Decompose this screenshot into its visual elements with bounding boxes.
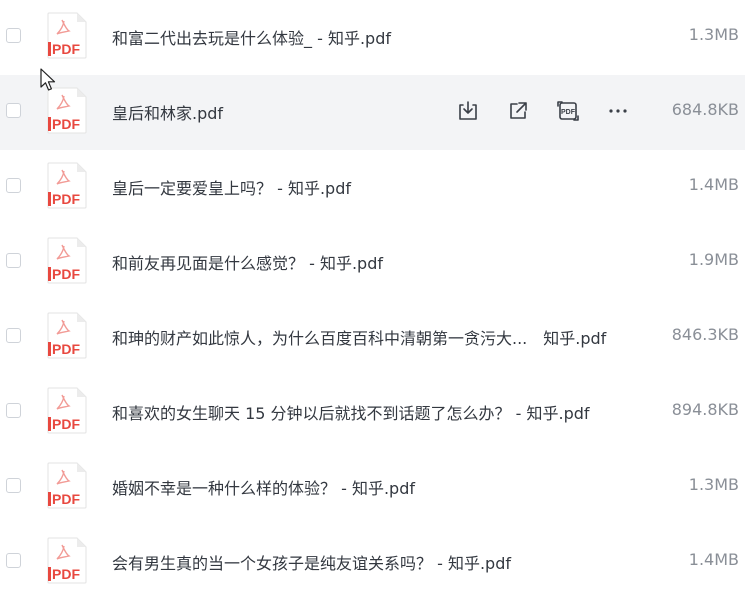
svg-text:PDF: PDF	[52, 116, 80, 132]
download-icon	[459, 101, 477, 120]
pdf-icon: PDF	[47, 237, 87, 284]
svg-text:PDF: PDF	[52, 266, 80, 282]
svg-text:PDF: PDF	[52, 341, 80, 357]
file-size: 1.4MB	[688, 550, 739, 569]
file-name[interactable]: 和喜欢的女生聊天 15 分钟以后就找不到话题了怎么办？ - 知乎.pdf	[112, 400, 590, 424]
pdf-convert-icon: PDF	[557, 101, 579, 121]
row-checkbox[interactable]	[6, 28, 21, 43]
file-name[interactable]: 和前友再见面是什么感觉？ - 知乎.pdf	[112, 250, 383, 274]
svg-text:PDF: PDF	[52, 41, 80, 57]
row-checkbox[interactable]	[6, 178, 21, 193]
svg-text:PDF: PDF	[561, 109, 576, 116]
file-row[interactable]: PDF 和富二代出去玩是什么体验_ - 知乎.pdf 1.3MB	[0, 0, 745, 75]
file-name[interactable]: 婚姻不幸是一种什么样的体验？ - 知乎.pdf	[112, 475, 415, 499]
file-name[interactable]: 皇后和林家.pdf	[112, 100, 223, 124]
pdf-icon: PDF	[47, 162, 87, 209]
pdf-icon: PDF	[47, 387, 87, 434]
file-name[interactable]: 皇后一定要爱皇上吗？ - 知乎.pdf	[112, 175, 351, 199]
row-checkbox[interactable]	[6, 328, 21, 343]
svg-text:PDF: PDF	[52, 416, 80, 432]
row-checkbox[interactable]	[6, 478, 21, 493]
svg-text:PDF: PDF	[52, 566, 80, 582]
mouse-cursor-icon	[40, 68, 56, 91]
file-name[interactable]: 和富二代出去玩是什么体验_ - 知乎.pdf	[112, 25, 391, 49]
file-name[interactable]: 会有男生真的当一个女孩子是纯友谊关系吗？ - 知乎.pdf	[112, 550, 511, 574]
file-row[interactable]: PDF 和前友再见面是什么感觉？ - 知乎.pdf 1.9MB	[0, 225, 745, 300]
file-size: 1.4MB	[688, 175, 739, 194]
file-list: PDF 和富二代出去玩是什么体验_ - 知乎.pdf 1.3MB PDF 皇后和林家.p…	[0, 0, 745, 600]
file-size: 684.8KB	[671, 100, 739, 119]
file-size: 1.3MB	[688, 475, 739, 494]
svg-text:PDF: PDF	[52, 491, 80, 507]
pdf-icon: PDF	[47, 537, 87, 584]
row-checkbox[interactable]	[6, 403, 21, 418]
file-row[interactable]: PDF 皇后和林家.pdf PDF 684.8KB	[0, 75, 745, 150]
more-icon	[609, 109, 627, 113]
share-icon	[510, 102, 527, 119]
file-row[interactable]: PDF 婚姻不幸是一种什么样的体验？ - 知乎.pdf 1.3MB	[0, 450, 745, 525]
share-button[interactable]	[506, 99, 530, 123]
file-name[interactable]: 和珅的财产如此惊人，为什么百度百科中清朝第一贪污大... 知乎.pdf	[112, 325, 606, 349]
pdf-icon: PDF	[47, 462, 87, 509]
svg-text:PDF: PDF	[52, 191, 80, 207]
file-row[interactable]: PDF 和喜欢的女生聊天 15 分钟以后就找不到话题了怎么办？ - 知乎.pdf 8…	[0, 375, 745, 450]
row-checkbox[interactable]	[6, 553, 21, 568]
file-size: 894.8KB	[671, 400, 739, 419]
more-button[interactable]	[606, 99, 630, 123]
file-row[interactable]: PDF 皇后一定要爱皇上吗？ - 知乎.pdf 1.4MB	[0, 150, 745, 225]
pdf-icon: PDF	[47, 312, 87, 359]
download-button[interactable]	[456, 99, 480, 123]
pdf-icon: PDF	[47, 12, 87, 59]
row-checkbox[interactable]	[6, 103, 21, 118]
file-size: 1.3MB	[688, 25, 739, 44]
file-size: 1.9MB	[688, 250, 739, 269]
file-row[interactable]: PDF 会有男生真的当一个女孩子是纯友谊关系吗？ - 知乎.pdf 1.4MB	[0, 525, 745, 600]
pdf-convert-button[interactable]: PDF	[556, 99, 580, 123]
file-size: 846.3KB	[671, 325, 739, 344]
row-checkbox[interactable]	[6, 253, 21, 268]
file-row[interactable]: PDF 和珅的财产如此惊人，为什么百度百科中清朝第一贪污大... 知乎.pdf 84…	[0, 300, 745, 375]
